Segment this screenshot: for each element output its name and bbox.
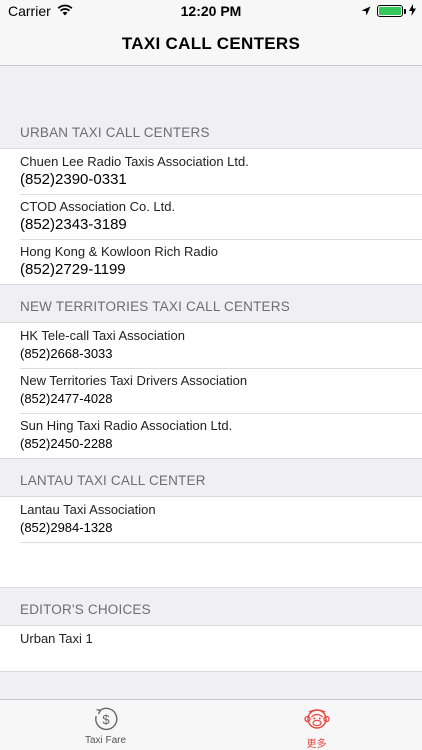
call-center-phone[interactable]: (852)2984-1328 [20, 519, 402, 536]
call-center-phone[interactable]: (852)2477-4028 [20, 390, 402, 407]
section-header-new-territories: NEW TERRITORIES TAXI CALL CENTERS [0, 285, 422, 323]
call-center-name: Sun Hing Taxi Radio Association Ltd. [20, 418, 233, 433]
page-title: TAXI CALL CENTERS [121, 33, 301, 53]
section-title: NEW TERRITORIES TAXI CALL CENTERS [20, 299, 290, 314]
call-center-phone[interactable]: (852)2668-3033 [20, 345, 402, 362]
section-list-lantau: Lantau Taxi Association (852)2984-1328 [0, 497, 422, 588]
tab-taxi-fare[interactable]: $ Taxi Fare [0, 700, 211, 750]
status-right [361, 3, 416, 19]
call-center-row[interactable]: CTOD Association Co. Ltd. (852)2343-3189 [0, 194, 422, 239]
call-center-name: Chuen Lee Radio Taxis Association Ltd. [20, 154, 249, 169]
call-center-phone[interactable]: (852)2729-1199 [20, 261, 402, 278]
section-list-editors-choices: Urban Taxi 1 [0, 626, 422, 672]
empty-row [0, 542, 422, 587]
section-header-lantau: LANTAU TAXI CALL CENTER [0, 459, 422, 497]
call-center-row[interactable]: New Territories Taxi Drivers Association… [0, 368, 422, 413]
section-header-urban: URBAN TAXI CALL CENTERS [0, 111, 422, 149]
dollar-refresh-icon: $ [93, 706, 119, 732]
call-center-row[interactable]: Hong Kong & Kowloon Rich Radio (852)2729… [0, 239, 422, 284]
choice-row[interactable]: Urban Taxi 1 [0, 626, 422, 671]
section-title: URBAN TAXI CALL CENTERS [20, 125, 210, 140]
call-center-phone[interactable]: (852)2390-0331 [20, 171, 402, 188]
choice-name: Urban Taxi 1 [20, 631, 93, 646]
tab-bar: $ Taxi Fare 更多 [0, 699, 422, 750]
call-center-name: Hong Kong & Kowloon Rich Radio [20, 244, 219, 259]
location-arrow-icon [361, 3, 371, 19]
section-list-urban: Chuen Lee Radio Taxis Association Ltd. (… [0, 149, 422, 285]
status-bar: Carrier 12:20 PM [0, 0, 422, 22]
call-centers-list[interactable]: URBAN TAXI CALL CENTERS Chuen Lee Radio … [0, 66, 422, 699]
call-center-name: Lantau Taxi Association [20, 502, 156, 517]
section-title: LANTAU TAXI CALL CENTER [20, 473, 206, 488]
svg-text:$: $ [102, 712, 110, 727]
call-center-row[interactable]: Sun Hing Taxi Radio Association Ltd. (85… [0, 413, 422, 458]
tab-more[interactable]: 更多 [211, 700, 422, 750]
call-center-phone[interactable]: (852)2343-3189 [20, 216, 402, 233]
call-center-phone[interactable]: (852)2450-2288 [20, 435, 402, 452]
section-header-editors-choices: EDITOR'S CHOICES [0, 588, 422, 626]
call-center-row[interactable]: HK Tele-call Taxi Association (852)2668-… [0, 323, 422, 368]
tab-label: 更多 [306, 739, 327, 750]
call-center-name: CTOD Association Co. Ltd. [20, 199, 176, 214]
status-time: 12:20 PM [180, 3, 242, 19]
call-center-row[interactable]: Chuen Lee Radio Taxis Association Ltd. (… [0, 149, 422, 194]
top-spacer [0, 66, 422, 111]
call-center-name: New Territories Taxi Drivers Association [20, 373, 248, 388]
tab-label: Taxi Fare [84, 735, 127, 746]
charging-bolt-icon [409, 3, 416, 19]
call-center-row[interactable]: Lantau Taxi Association (852)2984-1328 [0, 497, 422, 542]
battery-fill [379, 7, 401, 15]
navigation-bar: TAXI CALL CENTERS [0, 22, 422, 66]
section-list-new-territories: HK Tele-call Taxi Association (852)2668-… [0, 323, 422, 459]
call-center-name: HK Tele-call Taxi Association [20, 328, 185, 343]
battery-icon [377, 5, 406, 17]
section-title: EDITOR'S CHOICES [20, 602, 151, 617]
monkey-face-icon [303, 706, 330, 732]
